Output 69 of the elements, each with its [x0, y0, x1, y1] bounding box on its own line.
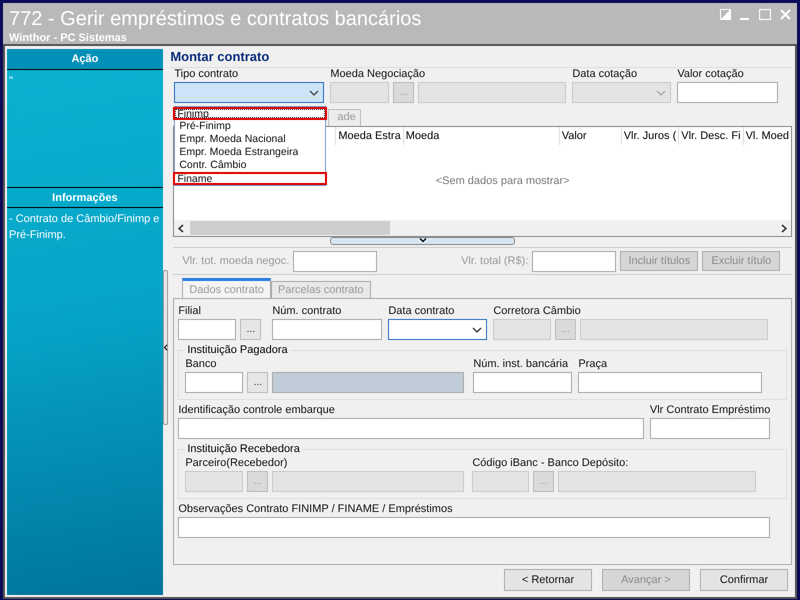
- total-label: Vlr. total (R$):: [460, 255, 528, 267]
- text-field[interactable]: [473, 372, 572, 393]
- field-label: Vlr Contrato Empréstimo: [650, 404, 770, 418]
- empty-message: <Sem dados para mostrar>: [436, 175, 570, 187]
- field-label: Data cotação: [572, 68, 638, 82]
- column-header: Moeda Estra: [335, 127, 403, 145]
- field-label: Banco: [185, 358, 217, 372]
- scroll-left-icon[interactable]: [178, 224, 184, 232]
- field-label: Praça: [578, 358, 608, 372]
- column-header: Moeda: [402, 127, 559, 145]
- text-field[interactable]: [272, 319, 382, 340]
- group-title: Instituição Recebedora: [185, 443, 302, 457]
- field-label: Identificação controle embarque: [178, 404, 335, 418]
- dropdown-option[interactable]: Empr. Moeda Estrangeira: [176, 146, 324, 159]
- chevron-left-icon[interactable]: [164, 344, 167, 350]
- splitter-handle[interactable]: [330, 237, 516, 245]
- section-title: Montar contrato: [170, 49, 270, 66]
- dropdown-option[interactable]: Finimp: [173, 107, 328, 120]
- total-label: Vlr. tot. moeda negoc.: [181, 255, 290, 267]
- text-field[interactable]: [178, 418, 644, 439]
- code-field[interactable]: [178, 319, 236, 340]
- column-header: Valor: [558, 127, 621, 145]
- dropdown-option[interactable]: Pré-Finimp: [176, 120, 324, 133]
- field-label: Corretora Câmbio: [493, 305, 581, 319]
- text-field[interactable]: [677, 82, 778, 103]
- field-label: Moeda Negociação: [330, 68, 426, 82]
- field-label: Núm. contrato: [272, 305, 342, 319]
- window-title: 772 - Gerir empréstimos e contratos bancários: [9, 7, 422, 32]
- dropdown-option[interactable]: Finame: [173, 172, 328, 185]
- text-field[interactable]: [650, 418, 770, 439]
- splitter-handle[interactable]: [162, 270, 168, 424]
- restore-icon[interactable]: [720, 9, 731, 20]
- lookup-button[interactable]: ...: [247, 372, 268, 393]
- lookup-button[interactable]: ...: [240, 319, 262, 340]
- field-label: Código iBanc - Banco Depósito:: [472, 457, 628, 471]
- dropdown-option[interactable]: Contr. Câmbio: [176, 159, 324, 172]
- field-label: Valor cotação: [677, 68, 744, 82]
- contract-type-dropdown[interactable]: [174, 82, 324, 103]
- column-header: Vlr. Desc. Fi: [678, 127, 743, 145]
- sidebar-text: ": [8, 74, 14, 89]
- column-header: Vl. Moed: [742, 127, 791, 145]
- sidebar-header: Informações: [7, 187, 163, 208]
- chevron-down-icon[interactable]: [309, 90, 320, 96]
- text-field[interactable]: [578, 372, 762, 393]
- scroll-right-icon[interactable]: [781, 224, 787, 232]
- field-label: Tipo contrato: [174, 68, 238, 82]
- field-label: Núm. inst. bancária: [473, 358, 568, 372]
- date-dropdown[interactable]: [388, 319, 488, 340]
- column-header: Vlr. Juros (: [620, 127, 678, 145]
- total-field[interactable]: [293, 250, 378, 272]
- sidebar-text: - Contrato de Câmbio/Finimp e Pré-Finimp.: [8, 212, 160, 243]
- field-label: Observações Contrato FINIMP / FINAME / Empréstimos: [178, 503, 453, 517]
- dropdown-option[interactable]: Empr. Moeda Nacional: [176, 133, 324, 146]
- maximize-icon[interactable]: [759, 9, 771, 20]
- footer-button[interactable]: < Retornar: [504, 569, 592, 591]
- horizontal-scrollbar[interactable]: [174, 220, 791, 236]
- code-field[interactable]: [185, 372, 244, 393]
- notes-field[interactable]: [178, 517, 770, 538]
- chevron-down-icon[interactable]: [418, 238, 427, 243]
- group-title: Instituição Pagadora: [185, 344, 290, 358]
- field-label: Parceiro(Recebedor): [185, 457, 288, 471]
- total-field[interactable]: [532, 250, 616, 272]
- window-subtitle: Winthor - PC Sistemas: [9, 32, 128, 44]
- sidebar-header: Ação: [7, 49, 163, 70]
- chevron-down-icon[interactable]: [472, 326, 482, 332]
- close-icon[interactable]: [780, 9, 791, 20]
- footer-button[interactable]: Confirmar: [700, 569, 788, 591]
- field-label: Data contrato: [388, 305, 454, 319]
- field-label: Filial: [178, 305, 201, 319]
